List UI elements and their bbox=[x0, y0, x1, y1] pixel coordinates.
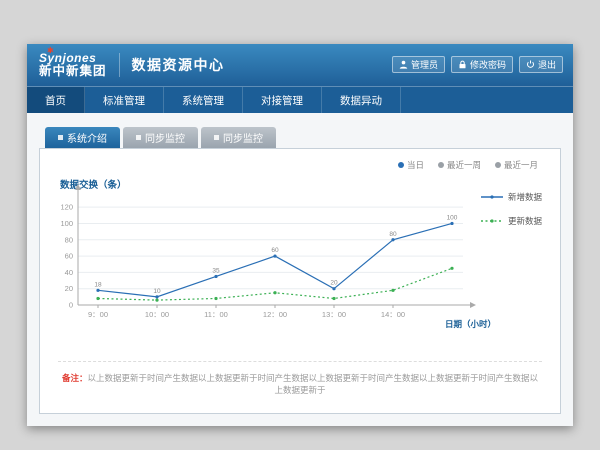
svg-text:0: 0 bbox=[69, 301, 73, 310]
svg-text:35: 35 bbox=[212, 267, 220, 274]
svg-text:120: 120 bbox=[60, 203, 73, 212]
nav-item-integration-mgmt[interactable]: 对接管理 bbox=[243, 87, 322, 113]
logout-label: 退出 bbox=[538, 58, 556, 71]
header-bar: ✱ Synjones 新中新集团 数据资源中心 管理员 修改密码 bbox=[27, 44, 573, 86]
filter-label: 最近一周 bbox=[447, 159, 481, 171]
line-chart: 0 20 40 60 80 100 120 9：00 10：00 11：00 12：00 13：00 1… bbox=[42, 183, 562, 335]
lock-icon bbox=[458, 60, 467, 69]
svg-text:13：00: 13：00 bbox=[322, 310, 346, 319]
header-actions: 管理员 修改密码 退出 bbox=[392, 56, 563, 73]
change-password-label: 修改密码 bbox=[470, 58, 506, 71]
admin-user-button[interactable]: 管理员 bbox=[392, 56, 445, 73]
svg-text:100: 100 bbox=[447, 214, 458, 221]
legend-dot-icon bbox=[438, 162, 444, 168]
svg-text:10：00: 10：00 bbox=[145, 310, 169, 319]
svg-text:9：00: 9：00 bbox=[88, 310, 108, 319]
tab-icon bbox=[136, 135, 141, 140]
svg-text:20: 20 bbox=[330, 280, 338, 287]
filter-label: 最近一月 bbox=[504, 159, 538, 171]
chart-panel: 当日 最近一周 最近一月 数据交换（条） 0204060801001209：00… bbox=[39, 148, 561, 414]
app-window: ✱ Synjones 新中新集团 数据资源中心 管理员 修改密码 bbox=[27, 44, 573, 426]
change-password-button[interactable]: 修改密码 bbox=[451, 56, 513, 73]
tab-icon bbox=[58, 135, 63, 140]
svg-text:18: 18 bbox=[94, 281, 102, 288]
footnote-label: 备注： bbox=[62, 373, 88, 383]
user-icon bbox=[399, 60, 408, 69]
svg-text:40: 40 bbox=[65, 268, 73, 277]
legend-dot-icon bbox=[495, 162, 501, 168]
svg-text:60: 60 bbox=[65, 252, 73, 261]
nav-item-home[interactable]: 首页 bbox=[27, 87, 85, 113]
filter-today[interactable]: 当日 bbox=[398, 159, 424, 171]
content-area: 系统介绍 同步监控 同步监控 当日 最近一周 bbox=[27, 113, 573, 426]
legend-dot-icon bbox=[398, 162, 404, 168]
main-nav: 首页 标准管理 系统管理 对接管理 数据异动 bbox=[27, 86, 573, 113]
filter-label: 当日 bbox=[407, 159, 424, 171]
svg-text:100: 100 bbox=[60, 219, 73, 228]
logo-star-icon: ✱ bbox=[47, 47, 54, 56]
svg-text:20: 20 bbox=[65, 284, 73, 293]
svg-text:80: 80 bbox=[389, 231, 397, 238]
filter-last-month[interactable]: 最近一月 bbox=[495, 159, 538, 171]
svg-text:新增数据: 新增数据 bbox=[508, 192, 543, 202]
logo: ✱ Synjones 新中新集团 bbox=[39, 52, 107, 79]
tab-sync-monitor-1[interactable]: 同步监控 bbox=[123, 127, 198, 148]
svg-text:12：00: 12：00 bbox=[263, 310, 287, 319]
tab-sync-monitor-2[interactable]: 同步监控 bbox=[201, 127, 276, 148]
tab-bar: 系统介绍 同步监控 同步监控 bbox=[45, 127, 561, 148]
tab-label: 系统介绍 bbox=[67, 130, 107, 145]
logout-button[interactable]: 退出 bbox=[519, 56, 563, 73]
nav-item-system-mgmt[interactable]: 系统管理 bbox=[164, 87, 243, 113]
tab-label: 同步监控 bbox=[145, 130, 185, 145]
svg-text:日期（小时）: 日期（小时） bbox=[445, 319, 496, 329]
tab-icon bbox=[214, 135, 219, 140]
power-icon bbox=[526, 60, 535, 69]
nav-item-standard-mgmt[interactable]: 标准管理 bbox=[85, 87, 164, 113]
tab-system-intro[interactable]: 系统介绍 bbox=[45, 127, 120, 148]
footnote-text: 以上数据更新于时间产生数据以上数据更新于时间产生数据以上数据更新于时间产生数据以… bbox=[88, 373, 539, 395]
svg-text:60: 60 bbox=[271, 247, 279, 254]
filter-last-week[interactable]: 最近一周 bbox=[438, 159, 481, 171]
page-title: 数据资源中心 bbox=[132, 55, 225, 75]
header-divider bbox=[119, 53, 120, 77]
tab-label: 同步监控 bbox=[223, 130, 263, 145]
time-filter-legend: 当日 最近一周 最近一月 bbox=[398, 159, 538, 171]
svg-text:11：00: 11：00 bbox=[204, 310, 228, 319]
logo-text-cn: 新中新集团 bbox=[39, 65, 107, 79]
nav-item-data-change[interactable]: 数据异动 bbox=[322, 87, 401, 113]
svg-text:10: 10 bbox=[153, 288, 161, 295]
admin-user-label: 管理员 bbox=[411, 58, 438, 71]
svg-text:80: 80 bbox=[65, 235, 73, 244]
svg-text:14：00: 14：00 bbox=[381, 310, 405, 319]
svg-text:更新数据: 更新数据 bbox=[508, 216, 543, 226]
footnote: 备注：以上数据更新于时间产生数据以上数据更新于时间产生数据以上数据更新于时间产生… bbox=[58, 361, 542, 396]
